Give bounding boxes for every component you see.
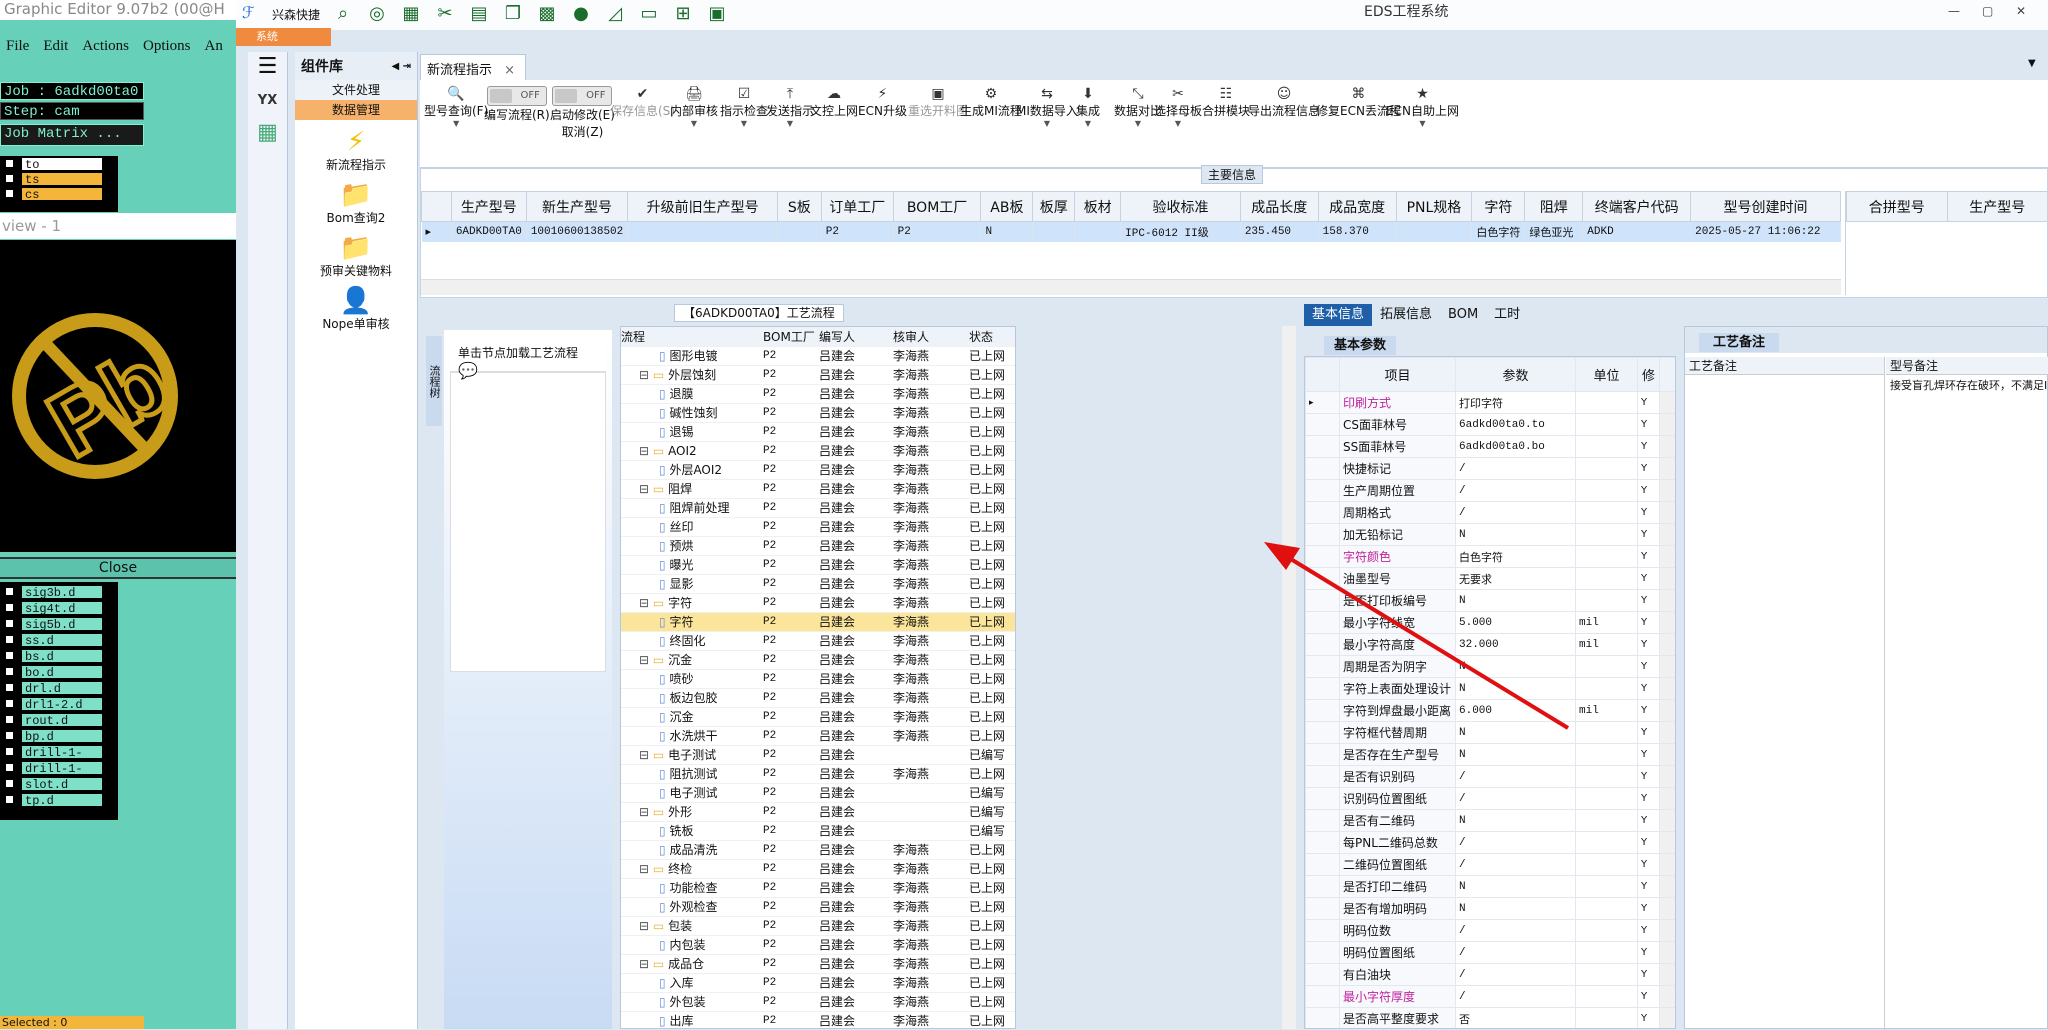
graphic-canvas[interactable]: Pb (0, 240, 236, 552)
layer-row[interactable]: sig5b.d (0, 616, 118, 632)
layer-checkbox[interactable] (4, 698, 15, 709)
selected-count: Selected : 0 (0, 1016, 144, 1029)
layer-checkbox[interactable] (4, 666, 15, 677)
layer-row[interactable]: bp.d (0, 728, 118, 744)
layer-checkbox[interactable] (4, 682, 15, 693)
menu-edit[interactable]: Edit (43, 38, 68, 62)
layer-name: bs.d (21, 648, 103, 664)
main-window: ℱ 兴森快捷 ⌕ ◎ ▦ ✂ ▤ ❐ ▩ ● ◿ ▭ ⊞ ▣ EDS工程系统 —… (236, 0, 2048, 1030)
layer-checkbox[interactable] (4, 714, 15, 725)
step-label: Step: cam (0, 102, 144, 120)
layer-row[interactable]: sig3b.d (0, 584, 118, 600)
layer-name: drill-1-6.d (21, 760, 103, 790)
layer-name: sig4t.d (21, 600, 103, 616)
layer-row[interactable]: drill-1-2.d (0, 744, 118, 774)
top-layer-list: to ts cs (0, 156, 118, 212)
layer-name: sig5b.d (21, 616, 103, 632)
layer-row[interactable]: ss.d (0, 632, 118, 648)
layer-row[interactable]: ts (0, 171, 118, 187)
layer-name: bo.d (21, 664, 103, 680)
layer-checkbox[interactable] (4, 778, 15, 789)
layer-name: bp.d (21, 728, 103, 744)
layer-row[interactable]: to (0, 156, 118, 172)
layer-row[interactable]: bs.d (0, 648, 118, 664)
menu-file[interactable]: File (6, 38, 29, 62)
layer-list: sig3b.d sig4t.d sig5b.d ss.d bs.d bo.d drl.d dr… (0, 582, 118, 820)
layer-checkbox[interactable] (4, 602, 15, 613)
layer-row[interactable]: cs (0, 186, 118, 202)
layer-row[interactable]: bo.d (0, 664, 118, 680)
graphic-editor-window: Graphic Editor 9.07b2 (00@H File Edit Ac… (0, 0, 236, 1029)
view-label: view - 1 (0, 213, 236, 239)
layer-checkbox[interactable] (4, 650, 15, 661)
layer-name: tp.d (21, 792, 103, 808)
graphic-editor-menu: File Edit Actions Options An (0, 38, 236, 62)
job-label: Job : 6adkd00ta0 (0, 82, 144, 100)
layer-checkbox[interactable] (4, 634, 15, 645)
graphic-editor-title: Graphic Editor 9.07b2 (00@H (0, 0, 236, 20)
layer-row[interactable]: rout.d (0, 712, 118, 728)
layer-checkbox[interactable] (4, 794, 15, 805)
layer-checkbox[interactable] (4, 730, 15, 741)
layer-name: ss.d (21, 632, 103, 648)
layer-name: rout.d (21, 712, 103, 728)
layer-checkbox[interactable] (4, 762, 15, 773)
close-button[interactable]: Close (0, 557, 236, 579)
layer-row[interactable]: tp.d (0, 792, 118, 808)
layer-name: drl.d (21, 680, 103, 696)
job-matrix-button[interactable]: Job Matrix ... (0, 124, 144, 146)
layer-checkbox[interactable] (4, 746, 15, 757)
menu-options[interactable]: Options (143, 38, 191, 62)
menu-actions[interactable]: Actions (82, 38, 129, 62)
layer-row[interactable]: drill-1-6.d (0, 760, 118, 790)
layer-name: slot.d (21, 776, 103, 792)
annotation-arrow (1264, 542, 1570, 730)
no-lead-symbol-icon: Pb (12, 313, 187, 479)
menu-analysis[interactable]: An (205, 38, 223, 62)
layer-row[interactable]: slot.d (0, 776, 118, 792)
layer-name: drill-1-2.d (21, 744, 103, 774)
layer-name: drl1-2.d (21, 696, 103, 712)
layer-checkbox[interactable] (4, 586, 15, 597)
layer-name: sig3b.d (21, 584, 103, 600)
layer-row[interactable]: sig4t.d (0, 600, 118, 616)
layer-checkbox[interactable] (4, 618, 15, 629)
layer-row[interactable]: drl.d (0, 680, 118, 696)
layer-row[interactable]: drl1-2.d (0, 696, 118, 712)
